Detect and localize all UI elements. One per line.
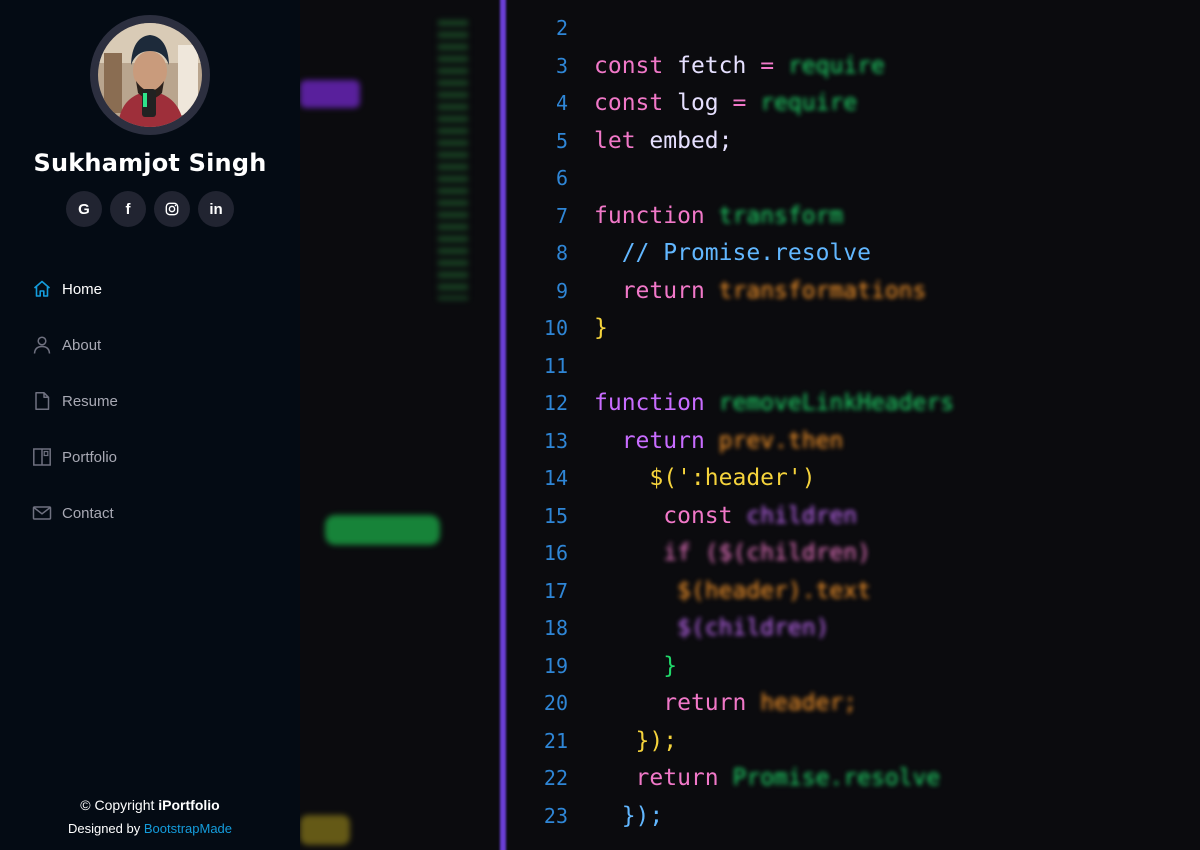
nav-item-home[interactable]: Home bbox=[32, 261, 300, 317]
linkedin-icon: in bbox=[209, 200, 223, 218]
sidebar-footer: © Copyright iPortfolio Designed by Boots… bbox=[0, 797, 300, 836]
nav-label-portfolio: Portfolio bbox=[62, 448, 118, 466]
nav-label-contact: Contact bbox=[62, 504, 114, 522]
sidebar: Sukhamjot Singh G f in Home About Resume… bbox=[0, 0, 300, 850]
linkedin-link[interactable]: in bbox=[198, 191, 234, 227]
copyright: © Copyright iPortfolio bbox=[80, 797, 220, 813]
instagram-icon bbox=[165, 202, 179, 216]
code-editor: 2 3 const fetch = require 4 const log = re… bbox=[543, 16, 955, 829]
person-icon bbox=[32, 335, 52, 355]
file-icon bbox=[32, 391, 52, 411]
nav-item-contact[interactable]: Contact bbox=[32, 485, 300, 541]
credits: Designed by BootstrapMade bbox=[67, 821, 233, 836]
layout-icon bbox=[32, 447, 52, 467]
avatar bbox=[90, 15, 210, 135]
nav-label-about: About bbox=[62, 336, 102, 354]
facebook-icon: f bbox=[125, 200, 131, 218]
nav-label-home: Home bbox=[62, 280, 103, 298]
brand-name: iPortfolio bbox=[158, 797, 220, 813]
nav-label-resume: Resume bbox=[62, 392, 118, 410]
profile-name: Sukhamjot Singh bbox=[33, 149, 267, 177]
google-icon: G bbox=[78, 200, 90, 218]
hero-background: 2 3 const fetch = require 4 const log = re… bbox=[300, 0, 1200, 850]
nav-item-resume[interactable]: Resume bbox=[32, 373, 300, 429]
profile: Sukhamjot Singh G f in bbox=[0, 0, 300, 227]
blurred-left-panel bbox=[300, 0, 490, 850]
instagram-link[interactable] bbox=[154, 191, 190, 227]
editor-gutter-line bbox=[500, 0, 506, 850]
house-icon bbox=[32, 279, 52, 299]
facebook-link[interactable]: f bbox=[110, 191, 146, 227]
nav-item-portfolio[interactable]: Portfolio bbox=[32, 429, 300, 485]
google-link[interactable]: G bbox=[66, 191, 102, 227]
designer-link[interactable]: BootstrapMade bbox=[144, 821, 232, 836]
envelope-icon bbox=[32, 503, 52, 523]
nav-item-about[interactable]: About bbox=[32, 317, 300, 373]
main-nav: Home About Resume Portfolio Contact bbox=[0, 261, 300, 541]
social-links: G f in bbox=[0, 191, 300, 227]
